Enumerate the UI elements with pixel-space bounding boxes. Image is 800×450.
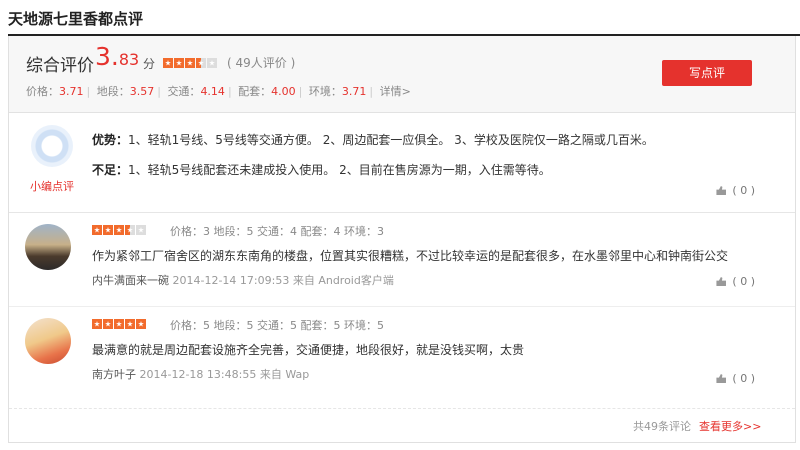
pros-label: 优势： [92,133,129,147]
cons-text: 1、轻轨5号线配套还未建成投入使用。 2、目前在售房源为一期，入住需等待。 [128,163,551,177]
star-icon [185,58,195,68]
review-footer: 南方叶子 2014-12-18 13:48:55 来自 Wap [92,366,309,382]
like-count: ( 0 ) [732,184,755,197]
sub-score-price-label: 价格： [26,85,59,98]
score-integer: 3. [95,42,119,71]
sub-score-price: 3.71 [59,85,84,98]
review-text: 作为紧邻工厂宿舍区的湖东东南角的楼盘，位置其实很糟糕，不过比较幸运的是配套很多，… [92,249,729,263]
separator: | [157,85,161,98]
view-more-link[interactable]: 查看更多>> [699,418,761,434]
like-count: ( 0 ) [732,275,755,288]
sub-score-location-label: 地段： [96,85,130,98]
editor-review: 小编点评 优势：1、轻轨1号线、5号线等交通方便。 2、周边配套一应俱全。 3、… [9,112,795,213]
page-title: 天地源七里香都点评 [8,10,144,28]
star-icon [114,319,124,329]
star-icon [207,58,217,68]
review-time: 2014-12-18 13:48:55 来自 Wap [139,368,310,381]
separator: | [227,85,232,98]
thumbs-up-icon [716,374,727,383]
star-icon [125,319,135,329]
like-button[interactable]: ( 0 ) [716,372,755,385]
sub-score-environment: 3.71 [341,85,367,98]
thumbs-up-icon [716,186,727,195]
separator: | [369,85,374,98]
review-sub-scores: 价格：3 地段：5 交通：4 配套：4 环境：3 [170,225,384,238]
like-count: ( 0 ) [732,372,755,385]
overall-score: 3.83 [95,42,139,71]
editor-name: 小编点评 [30,180,74,193]
review-star-rating [92,319,146,329]
sub-score-transport: 4.14 [200,85,225,98]
like-button[interactable]: ( 0 ) [716,275,755,288]
review-sub-scores: 价格：5 地段：5 交通：5 配套：5 环境：5 [170,319,384,332]
cons-label: 不足： [92,163,129,177]
write-review-button[interactable]: 写点评 [662,60,752,86]
review-text: 最满意的就是周边配套设施齐全完善，交通便捷，地段很好，就是没钱买啊，太贵 [92,343,525,357]
star-icon [92,319,102,329]
editor-pros: 优势：1、轻轨1号线、5号线等交通方便。 2、周边配套一应俱全。 3、学校及医院… [92,131,654,148]
review-item: 价格：5 地段：5 交通：5 配套：5 环境：5 最满意的就是周边配套设施齐全完… [9,306,795,409]
review-item: 价格：3 地段：5 交通：4 配套：4 环境：3 作为紧邻工厂宿舍区的湖东东南角… [9,212,795,307]
separator: | [86,85,91,98]
score-unit: 分 [143,57,156,71]
total-reviews: 共49条评论 [633,420,691,433]
star-icon [163,58,173,68]
star-icon [136,225,146,235]
avatar[interactable] [25,318,71,364]
score-decimal: 83 [118,50,140,69]
sub-scores: 价格：3.71 | 地段：3.57 | 交通：4.14 | 配套：4.00 | 环境：3… [26,83,411,99]
separator: | [298,85,303,98]
rating-count: ( 49人评价 ) [227,56,296,70]
review-username[interactable]: 南方叶子 [92,368,136,381]
star-icon [92,225,102,235]
review-time: 2014-12-14 17:09:53 来自 Android客户端 [172,274,394,287]
overall-rating-label: 综合评价 [26,56,94,76]
overall-star-rating [163,58,217,68]
review-panel: 综合评价 3.83 分 ( 49人评价 ) 价格：3.71 | 地段：3.57 | … [8,36,796,443]
sub-score-transport-label: 交通： [167,85,201,98]
sub-score-facilities: 4.00 [271,85,296,98]
review-footer: 内牛满面来一碗 2014-12-14 17:09:53 来自 Android客户… [92,272,394,288]
avatar[interactable] [25,224,71,270]
star-icon [114,225,124,235]
review-username[interactable]: 内牛满面来一碗 [92,274,169,287]
thumbs-up-icon [716,277,727,286]
star-icon [174,58,184,68]
rating-summary: 综合评价 3.83 分 ( 49人评价 ) 价格：3.71 | 地段：3.57 | … [9,36,795,113]
review-star-rating [92,225,146,235]
star-icon [103,319,113,329]
star-icon [196,58,206,68]
sub-score-facilities-label: 配套： [238,85,272,98]
pros-text: 1、轻轨1号线、5号线等交通方便。 2、周边配套一应俱全。 3、学校及医院仅一路… [128,133,654,147]
like-button[interactable]: ( 0 ) [716,184,755,197]
sub-score-location: 3.57 [129,85,155,98]
editor-cons: 不足：1、轻轨5号线配套还未建成投入使用。 2、目前在售房源为一期，入住需等待。 [92,161,551,178]
editor-avatar [31,125,73,167]
sub-score-environment-label: 环境： [308,85,342,98]
review-footer-bar: 共49条评论 查看更多>> [9,408,795,438]
star-icon [136,319,146,329]
star-icon [103,225,113,235]
details-link[interactable]: 详情> [380,85,411,98]
star-icon [125,225,135,235]
